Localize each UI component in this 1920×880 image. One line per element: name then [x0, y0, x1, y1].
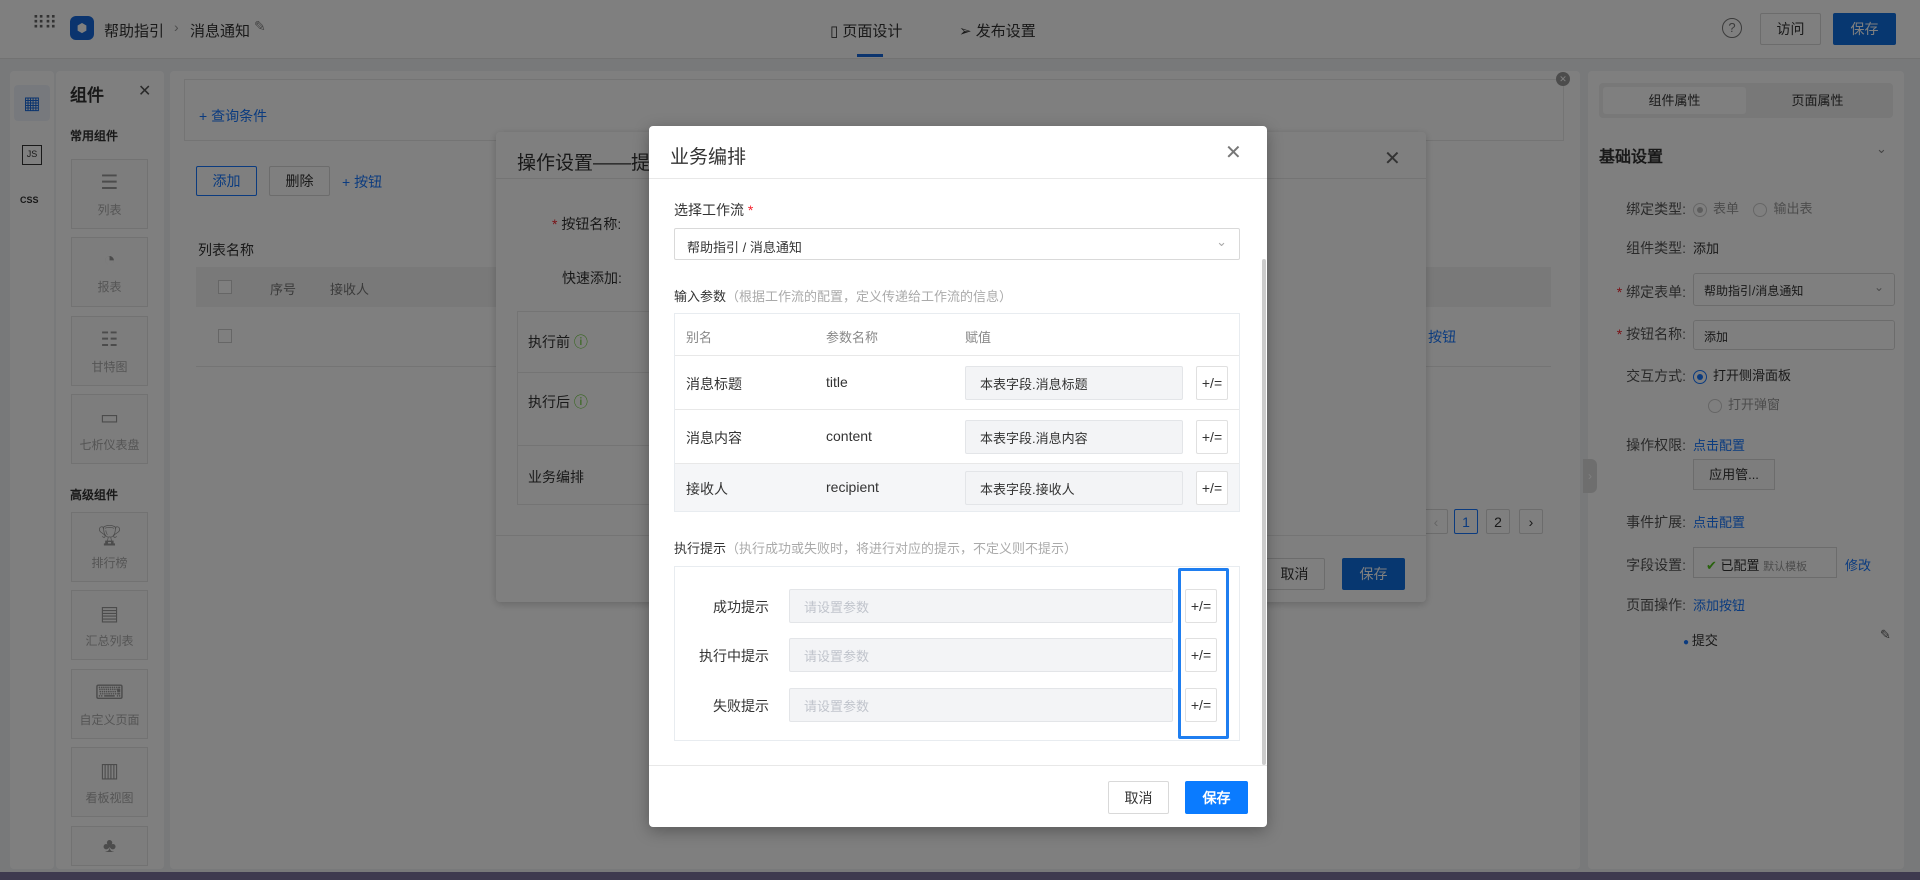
column-header: 参数名称: [826, 330, 879, 345]
failure-tip-input[interactable]: 请设置参数: [789, 688, 1173, 722]
cancel-button[interactable]: 取消: [1108, 781, 1169, 814]
chevron-down-icon: ⌄: [1216, 234, 1227, 249]
modal-title: 业务编排: [670, 147, 747, 168]
section-title: 输入参数: [674, 289, 727, 304]
success-tip-input[interactable]: 请设置参数: [789, 589, 1173, 623]
modal-scrollbar[interactable]: [1262, 259, 1266, 765]
tip-label: 失败提示: [713, 698, 769, 714]
select-value: 帮助指引 / 消息通知: [687, 240, 802, 255]
column-header: 别名: [686, 330, 713, 345]
table-row: 消息标题 title 本表字段.消息标题 +/=: [675, 356, 1239, 409]
table-row: 接收人 recipient 本表字段.接收人 +/=: [675, 464, 1239, 511]
field-label: 选择工作流: [674, 202, 744, 218]
column-header: 赋值: [965, 330, 992, 345]
section-hint: （执行成功或失败时，将进行对应的提示，不定义则不提示）: [726, 541, 1078, 556]
expression-button[interactable]: +/=: [1196, 366, 1228, 400]
param-alias: 消息内容: [686, 430, 742, 446]
expression-button[interactable]: +/=: [1196, 420, 1228, 454]
param-value-input[interactable]: 本表字段.接收人: [965, 471, 1183, 505]
expression-button[interactable]: +/=: [1196, 471, 1228, 505]
running-tip-input[interactable]: 请设置参数: [789, 638, 1173, 672]
workflow-select[interactable]: 帮助指引 / 消息通知 ⌄: [674, 228, 1240, 260]
section-hint: （根据工作流的配置，定义传递给工作流的信息）: [726, 289, 1013, 304]
param-value-input[interactable]: 本表字段.消息内容: [965, 420, 1183, 454]
business-orchestration-modal: 业务编排 ✕ 选择工作流 * 帮助指引 / 消息通知 ⌄ 输入参数（根据工作流的配…: [649, 126, 1267, 827]
bottom-bar: [0, 872, 1920, 880]
param-name: content: [826, 428, 872, 444]
table-row: 消息内容 content 本表字段.消息内容 +/=: [675, 410, 1239, 463]
tips-box: 成功提示 请设置参数 +/= 执行中提示 请设置参数 +/= 失败提示 请设置参…: [674, 566, 1240, 741]
save-button[interactable]: 保存: [1185, 781, 1248, 814]
section-title: 执行提示: [674, 541, 727, 556]
param-name: recipient: [826, 479, 879, 495]
param-alias: 消息标题: [686, 376, 742, 392]
param-alias: 接收人: [686, 481, 728, 497]
highlight-box: [1178, 568, 1229, 739]
params-table: 别名 参数名称 赋值 消息标题 title 本表字段.消息标题 +/= 消息内容…: [674, 313, 1240, 512]
tip-label: 成功提示: [713, 599, 769, 615]
param-name: title: [826, 374, 848, 390]
param-value-input[interactable]: 本表字段.消息标题: [965, 366, 1183, 400]
close-icon[interactable]: ✕: [1225, 140, 1242, 165]
tip-label: 执行中提示: [699, 648, 769, 664]
